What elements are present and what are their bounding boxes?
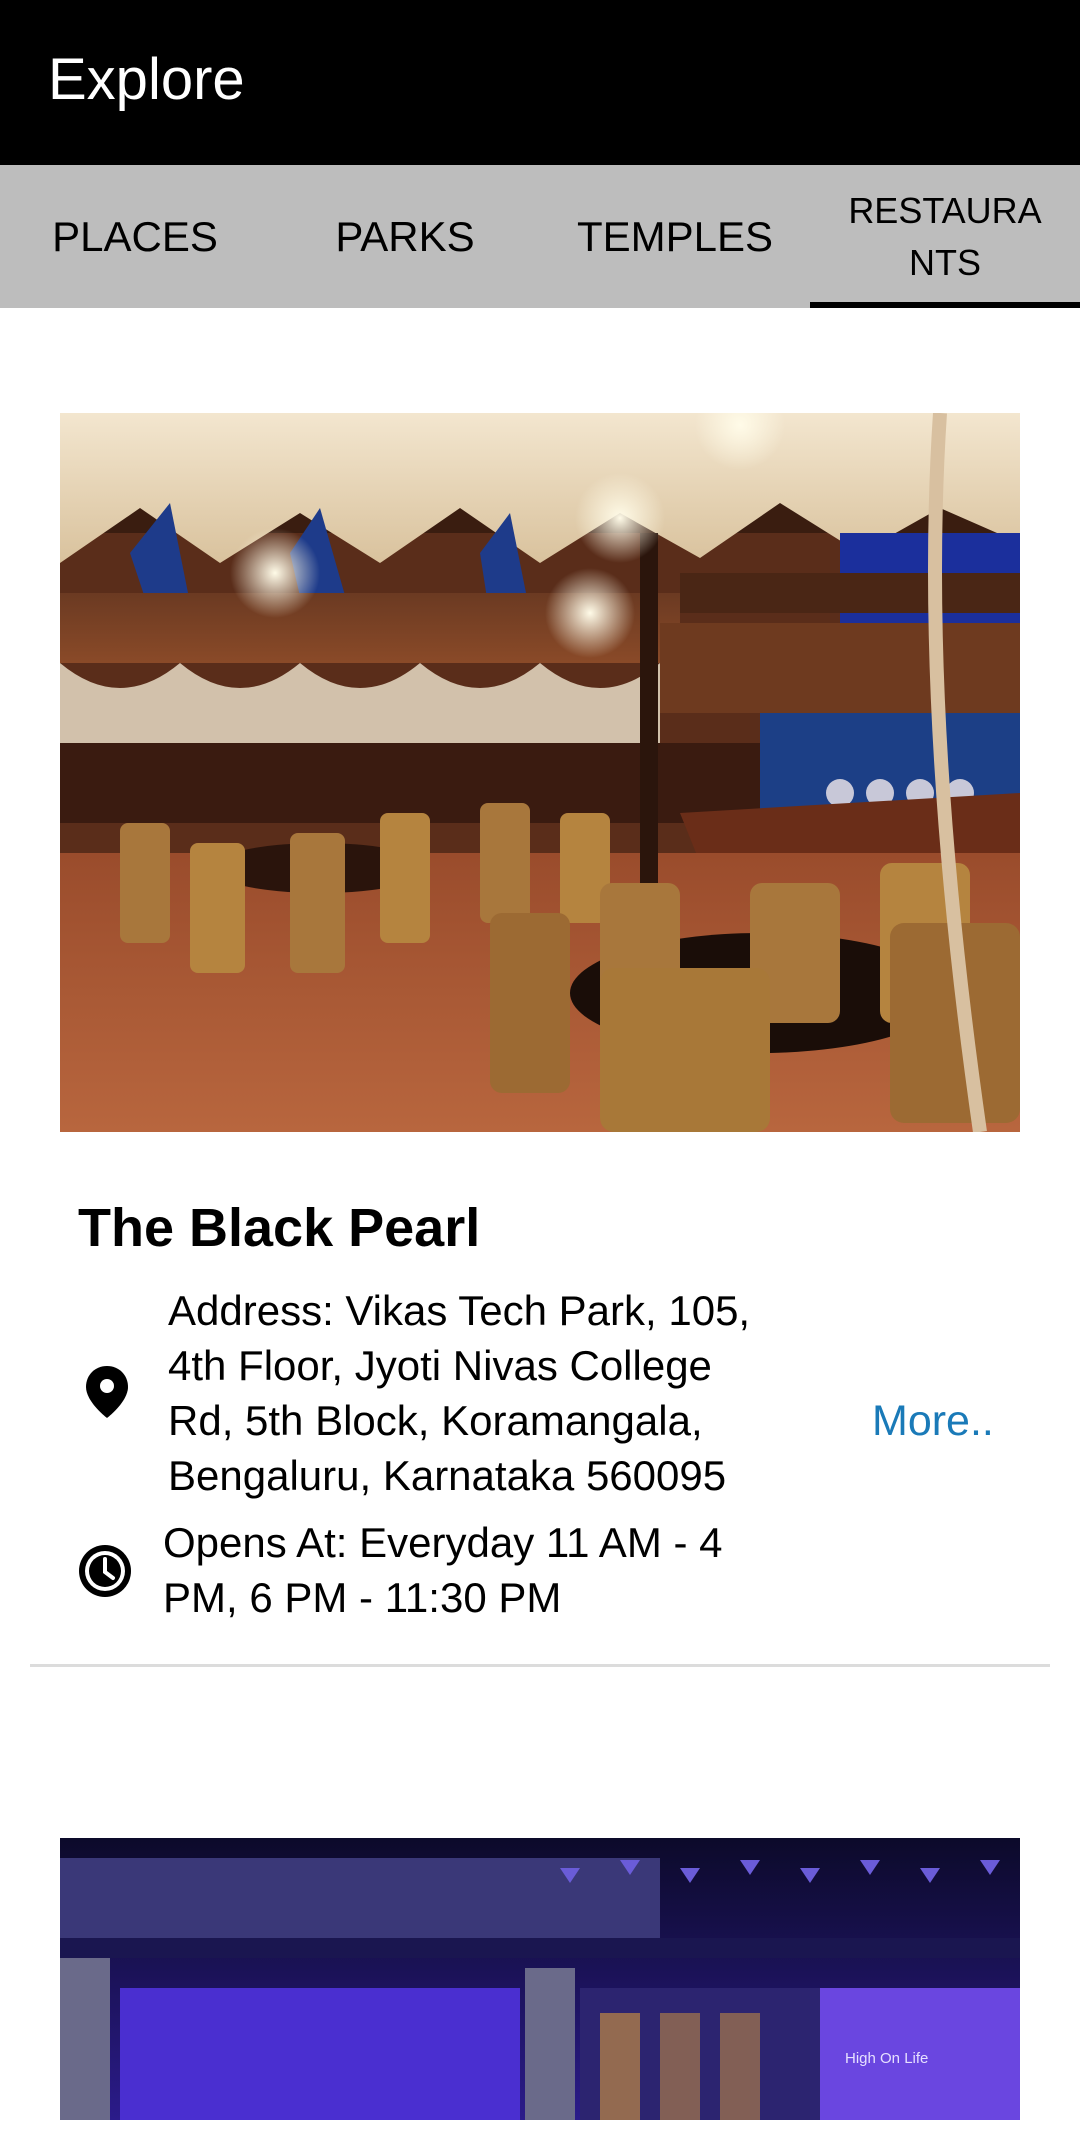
- more-link[interactable]: More..: [872, 1394, 994, 1449]
- tab-places[interactable]: PLACES: [0, 165, 270, 308]
- tab-label: TEMPLES: [576, 212, 774, 260]
- tab-label: PLACES: [52, 212, 218, 260]
- tab-label: PARKS: [335, 212, 475, 260]
- tab-restaurants[interactable]: RESTAURANTS: [810, 165, 1080, 308]
- explore-screen: Explore PLACES PARKS TEMPLES RESTAURANTS: [0, 0, 1080, 2153]
- photo-sign-text: High On Life: [845, 2050, 928, 2067]
- app-bar: Explore: [0, 0, 1080, 165]
- category-tabs: PLACES PARKS TEMPLES RESTAURANTS: [0, 165, 1080, 308]
- address-row: Address: Vikas Tech Park, 105, 4th Floor…: [0, 1283, 1080, 1503]
- hours-row: Opens At: Everyday 11 AM - 4 PM, 6 PM - …: [0, 1515, 1080, 1635]
- restaurant-name[interactable]: The Black Pearl: [78, 1195, 480, 1261]
- page-title: Explore: [48, 47, 245, 112]
- restaurant-photo[interactable]: [60, 413, 1020, 1132]
- clock-icon: [79, 1545, 131, 1597]
- restaurant-address: Address: Vikas Tech Park, 105, 4th Floor…: [168, 1287, 751, 1499]
- restaurant-hours: Opens At: Everyday 11 AM - 4 PM, 6 PM - …: [163, 1519, 723, 1621]
- tab-label: RESTAURANTS: [848, 189, 1042, 283]
- card-divider: [30, 1664, 1050, 1667]
- tab-parks[interactable]: PARKS: [270, 165, 540, 308]
- active-tab-indicator: [810, 302, 1080, 308]
- location-pin-icon: [86, 1366, 128, 1418]
- restaurant-photo[interactable]: High On Life: [60, 1838, 1020, 2120]
- tab-temples[interactable]: TEMPLES: [540, 165, 810, 308]
